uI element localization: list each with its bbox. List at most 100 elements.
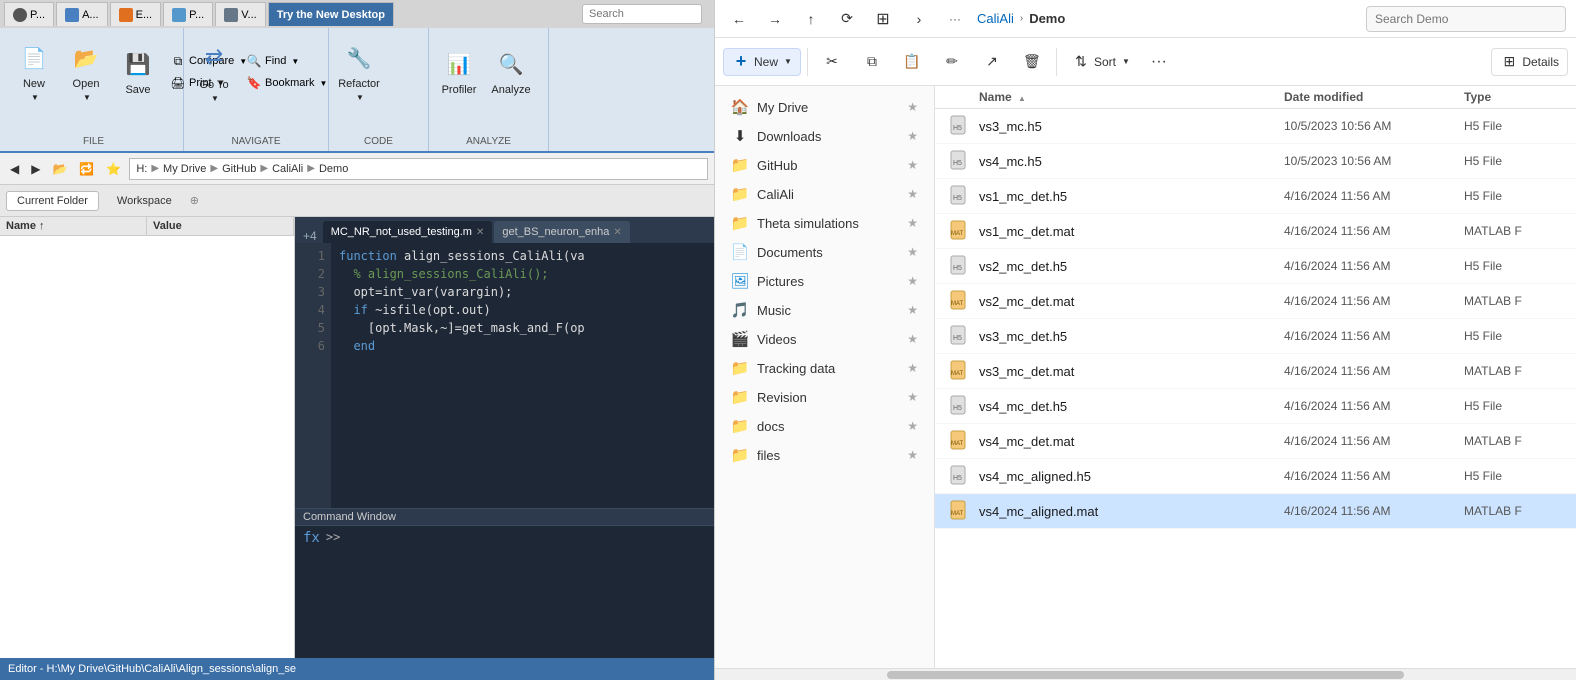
explorer-search-input[interactable] bbox=[1366, 6, 1566, 32]
sidebar-item-docs[interactable]: 📁 docs ★ bbox=[719, 412, 930, 440]
file-name-vs2-mc-det-mat: vs2_mc_det.mat bbox=[979, 294, 1284, 309]
workspace-tab[interactable]: Workspace bbox=[107, 192, 182, 210]
sidebar-item-caliAli[interactable]: 📁 CaliAli ★ bbox=[719, 180, 930, 208]
file-row-vs4-mc-h5[interactable]: H5 vs4_mc.h5 10/5/2023 10:56 AM H5 File bbox=[935, 144, 1576, 179]
file-row-vs4-mc-det-mat[interactable]: MAT vs4_mc_det.mat 4/16/2024 11:56 AM MA… bbox=[935, 424, 1576, 459]
close-mc-nr-tab[interactable]: ✕ bbox=[476, 227, 484, 238]
horizontal-scrollbar[interactable] bbox=[715, 668, 1576, 680]
tab-v1[interactable]: V... bbox=[215, 2, 266, 26]
exp-details-button[interactable]: ⊞ Details bbox=[1491, 48, 1568, 76]
open-button[interactable]: 📂 Open ▼ bbox=[62, 36, 110, 108]
toolbar-sep-1 bbox=[807, 48, 808, 76]
file-row-vs4-mc-aligned-mat[interactable]: MAT vs4_mc_aligned.mat 4/16/2024 11:56 A… bbox=[935, 494, 1576, 529]
find-button[interactable]: 🔍 Find ▼ bbox=[242, 51, 331, 71]
file-row-vs4-mc-det-h5[interactable]: H5 vs4_mc_det.h5 4/16/2024 11:56 AM H5 F… bbox=[935, 389, 1576, 424]
nav-back-btn[interactable]: ◀ bbox=[6, 160, 23, 178]
exp-back-btn[interactable]: ← bbox=[725, 5, 753, 33]
current-folder-tab[interactable]: Current Folder bbox=[6, 191, 99, 211]
refactor-button[interactable]: 🔧 Refactor ▼ bbox=[335, 36, 383, 108]
file-row-vs1-mc-det-mat[interactable]: MAT vs1_mc_det.mat 4/16/2024 11:56 AM MA… bbox=[935, 214, 1576, 249]
analyze-button[interactable]: 🔍 Analyze bbox=[487, 36, 535, 108]
code-text[interactable]: function align_sessions_CaliAli(va % ali… bbox=[331, 243, 714, 508]
sidebar-item-documents[interactable]: 📄 Documents ★ bbox=[719, 238, 930, 266]
bookmark-button[interactable]: 🔖 Bookmark ▼ bbox=[242, 73, 331, 93]
sync-btn[interactable]: 🔁 bbox=[75, 160, 98, 178]
svg-text:MAT: MAT bbox=[951, 301, 964, 307]
col-date-header[interactable]: Date modified bbox=[1284, 90, 1464, 104]
breadcrumb-caliAli[interactable]: CaliAli bbox=[977, 11, 1014, 26]
nav-forward-btn[interactable]: ▶ bbox=[27, 160, 44, 178]
exp-toolbar-more-btn[interactable]: ··· bbox=[1143, 49, 1175, 75]
tab-e1[interactable]: E... bbox=[110, 2, 162, 26]
exp-layout-btn[interactable]: ⊞ bbox=[869, 5, 897, 33]
exp-refresh-btn[interactable]: ⟳ bbox=[833, 5, 861, 33]
exp-delete-button[interactable]: 🗑 bbox=[1014, 48, 1050, 76]
profiler-button[interactable]: 📊 Profiler bbox=[435, 36, 483, 108]
toolbar-search-input[interactable] bbox=[582, 4, 702, 24]
file-type-vs3-mc-det-mat: MATLAB F bbox=[1464, 364, 1564, 378]
sidebar-item-my-drive[interactable]: 🏠 My Drive ★ bbox=[719, 93, 930, 121]
revision-icon: 📁 bbox=[731, 388, 749, 406]
tab-p2[interactable]: P... bbox=[163, 2, 213, 26]
svg-text:H5: H5 bbox=[953, 475, 962, 482]
browse-folders-btn[interactable]: 📂 bbox=[48, 160, 71, 178]
file-name-vs2-mc-det-h5: vs2_mc_det.h5 bbox=[979, 259, 1284, 274]
exp-paste-button[interactable]: 📋 bbox=[894, 48, 930, 76]
exp-share-button[interactable]: ↗ bbox=[974, 48, 1010, 76]
sidebar-item-files[interactable]: 📁 files ★ bbox=[719, 441, 930, 469]
tab-a1[interactable]: A... bbox=[56, 2, 108, 26]
file-name-vs4-mc-det-mat: vs4_mc_det.mat bbox=[979, 434, 1284, 449]
file-row-vs3-mc-det-h5[interactable]: H5 vs3_mc_det.h5 4/16/2024 11:56 AM H5 F… bbox=[935, 319, 1576, 354]
svg-text:H5: H5 bbox=[953, 335, 962, 342]
exp-forward-btn[interactable]: → bbox=[761, 5, 789, 33]
exp-cut-button[interactable]: ✂ bbox=[814, 48, 850, 76]
sidebar-item-theta-sim[interactable]: 📁 Theta simulations ★ bbox=[719, 209, 930, 237]
exp-sort-button[interactable]: ⇅ Sort ▼ bbox=[1063, 48, 1139, 76]
sidebar-item-music[interactable]: 🎵 Music ★ bbox=[719, 296, 930, 324]
editor-tab-get-bs[interactable]: get_BS_neuron_enha ✕ bbox=[494, 221, 629, 243]
exp-share-icon: ↗ bbox=[983, 53, 1001, 71]
save-icon: 💾 bbox=[122, 49, 154, 81]
sidebar-item-downloads[interactable]: ⬇ Downloads ★ bbox=[719, 122, 930, 150]
command-window: Command Window fx >> bbox=[295, 508, 714, 658]
tab-bar: P... A... E... P... V... Try the New Des… bbox=[0, 0, 714, 28]
exp-copy-button[interactable]: ⧉ bbox=[854, 48, 890, 76]
new-button[interactable]: 📄 New ▼ bbox=[10, 36, 58, 108]
exp-new-button[interactable]: + New ▼ bbox=[723, 48, 801, 76]
my-drive-icon: 🏠 bbox=[731, 98, 749, 116]
svg-text:MAT: MAT bbox=[951, 371, 964, 377]
file-row-vs4-mc-aligned-h5[interactable]: H5 vs4_mc_aligned.h5 4/16/2024 11:56 AM … bbox=[935, 459, 1576, 494]
sidebar-item-pictures[interactable]: 🖼 Pictures ★ bbox=[719, 267, 930, 295]
sidebar-item-revision[interactable]: 📁 Revision ★ bbox=[719, 383, 930, 411]
col-type-header[interactable]: Type bbox=[1464, 90, 1564, 104]
col-name-header[interactable]: Name ▲ bbox=[979, 90, 1284, 104]
exp-up-btn[interactable]: ↑ bbox=[797, 5, 825, 33]
favorites-btn[interactable]: ⭐ bbox=[102, 160, 125, 178]
exp-details-icon: ⊞ bbox=[1500, 53, 1518, 71]
value-column-header: Value bbox=[147, 217, 294, 235]
file-name-vs3-mc-det-h5: vs3_mc_det.h5 bbox=[979, 329, 1284, 344]
tab-try-new-desktop[interactable]: Try the New Desktop bbox=[268, 2, 394, 26]
close-get-bs-tab[interactable]: ✕ bbox=[613, 227, 621, 238]
file-row-vs3-mc-det-mat[interactable]: MAT vs3_mc_det.mat 4/16/2024 11:56 AM MA… bbox=[935, 354, 1576, 389]
exp-chevron-btn[interactable]: › bbox=[905, 5, 933, 33]
file-row-vs2-mc-det-h5[interactable]: H5 vs2_mc_det.h5 4/16/2024 11:56 AM H5 F… bbox=[935, 249, 1576, 284]
sidebar-item-tracking-data[interactable]: 📁 Tracking data ★ bbox=[719, 354, 930, 382]
tab-p1[interactable]: P... bbox=[4, 2, 54, 26]
sidebar-item-videos[interactable]: 🎬 Videos ★ bbox=[719, 325, 930, 353]
cmd-input[interactable] bbox=[346, 530, 706, 546]
editor-tab-mc-nr[interactable]: MC_NR_not_used_testing.m ✕ bbox=[323, 221, 493, 243]
address-path[interactable]: H: ▶ My Drive ▶ GitHub ▶ CaliAli ▶ Demo bbox=[129, 158, 708, 180]
file-row-vs2-mc-det-mat[interactable]: MAT vs2_mc_det.mat 4/16/2024 11:56 AM MA… bbox=[935, 284, 1576, 319]
file-row-vs1-mc-det-h5[interactable]: H5 vs1_mc_det.h5 4/16/2024 11:56 AM H5 F… bbox=[935, 179, 1576, 214]
command-window-title: Command Window bbox=[295, 509, 714, 526]
videos-label: Videos bbox=[757, 332, 797, 347]
exp-more-btn[interactable]: ··· bbox=[941, 5, 969, 33]
sidebar-item-github[interactable]: 📁 GitHub ★ bbox=[719, 151, 930, 179]
exp-new-caret: ▼ bbox=[784, 57, 792, 66]
file-row-vs3-mc-h5[interactable]: H5 vs3_mc.h5 10/5/2023 10:56 AM H5 File bbox=[935, 109, 1576, 144]
goto-button[interactable]: ⇄ Go To ▼ bbox=[190, 36, 238, 108]
exp-rename-button[interactable]: ✏ bbox=[934, 48, 970, 76]
save-button[interactable]: 💾 Save bbox=[114, 36, 162, 108]
my-drive-pin: ★ bbox=[907, 100, 918, 114]
